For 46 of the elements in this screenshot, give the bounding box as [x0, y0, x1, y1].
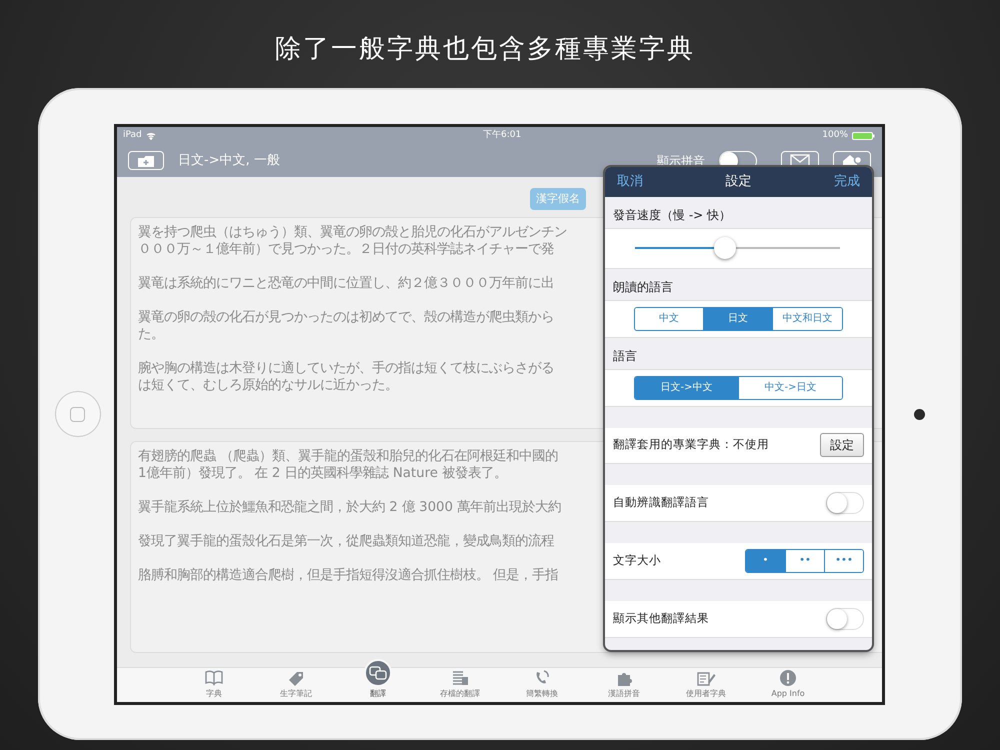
- segment-option[interactable]: 中文和日文: [772, 308, 842, 330]
- paragraph: 翼を持つ爬虫（はちゅう）類、翼竜の卵の殻と胎児の化石がアルゼンチン ０００万～１億年前）で見つかった。２日付の英科学誌ネイチャーで発: [138, 224, 567, 258]
- wifi-icon: [146, 132, 156, 140]
- paragraph: 翼竜は系統的にワニと恐竜の中間に位置し、約２億３０００万年前に出: [138, 275, 554, 292]
- toggle-switch[interactable]: [826, 492, 864, 514]
- setting-label: 自動辨識翻譯語言: [613, 494, 710, 511]
- paragraph: 有翅膀的爬蟲 （爬蟲）類、翼手龍的蛋殼和胎兒的化石在阿根廷和中國的 1億年前）發現了。 在 2 日的英國科學雜誌 Nature 被發表了。: [138, 448, 558, 482]
- tab-item[interactable]: 生字筆記: [255, 668, 337, 702]
- tab-item[interactable]: 漢語拼音: [583, 668, 665, 702]
- camera-icon: [914, 408, 924, 420]
- segment-option[interactable]: 中文->日文: [738, 376, 842, 398]
- setting-label: 文字大小: [613, 552, 662, 569]
- carrier-label: iPad: [123, 128, 142, 142]
- segment-option[interactable]: 日文->中文: [635, 376, 738, 398]
- done-button[interactable]: 完成: [834, 172, 860, 192]
- battery-percent: 100%: [822, 128, 848, 142]
- home-button[interactable]: [54, 391, 100, 437]
- tab-item[interactable]: 簡繁轉換: [501, 668, 583, 702]
- segment-option[interactable]: 日文: [703, 308, 772, 330]
- tab-item[interactable]: 存檔的翻譯: [419, 668, 501, 702]
- tab-item[interactable]: App Info: [747, 668, 829, 702]
- slider-thumb[interactable]: [714, 237, 736, 259]
- folder-button[interactable]: [128, 151, 164, 170]
- cancel-button[interactable]: 取消: [617, 172, 643, 192]
- battery-icon: [852, 132, 876, 140]
- set-button[interactable]: 設定: [820, 433, 864, 457]
- tab-item[interactable]: 使用者字典: [665, 668, 747, 702]
- document-stack-icon: [450, 668, 470, 686]
- status-time: 下午6:01: [483, 128, 522, 142]
- paragraph: 發現了翼手龍的蛋殼化石是第一次，從爬蟲類知道恐龍，變成鳥類的流程: [138, 533, 554, 550]
- headline: 除了一般字典也包含多種專業字典: [274, 33, 696, 66]
- setting-label: 翻譯套用的專業字典：不使用: [613, 436, 770, 454]
- segment-option[interactable]: •••: [824, 550, 863, 572]
- segment-option[interactable]: •: [746, 550, 785, 572]
- paragraph: 腕や胸の構造は木登りに適していたが、手の指は短くて枝にぶらさがる は短くて、むしろ原始的なサルに近かった。: [138, 360, 554, 394]
- toggle-switch[interactable]: [826, 608, 864, 630]
- nav-title: 日文->中文, 一般: [178, 152, 280, 170]
- book-icon: [204, 668, 224, 686]
- folder-icon: [137, 154, 155, 166]
- paragraph: 胳膊和胸部的構造適合爬樹，但是手指短得沒適合抓住樹枝。 但是，手指: [138, 567, 558, 584]
- tab-item[interactable]: 字典: [173, 668, 255, 702]
- popover-title: 設定: [726, 172, 752, 191]
- paragraph: 翼竜の卵の殻の化石が見つかったのは初めてで、殻の構造が爬虫類から た。: [138, 309, 554, 343]
- speech-bubbles-icon: [368, 664, 388, 682]
- paragraph: 翼手龍系統上位於鱷魚和恐龍之間，於大約 2 億 3000 萬年前出現於大約: [138, 499, 562, 516]
- setting-label: 顯示其他翻譯結果: [613, 610, 710, 627]
